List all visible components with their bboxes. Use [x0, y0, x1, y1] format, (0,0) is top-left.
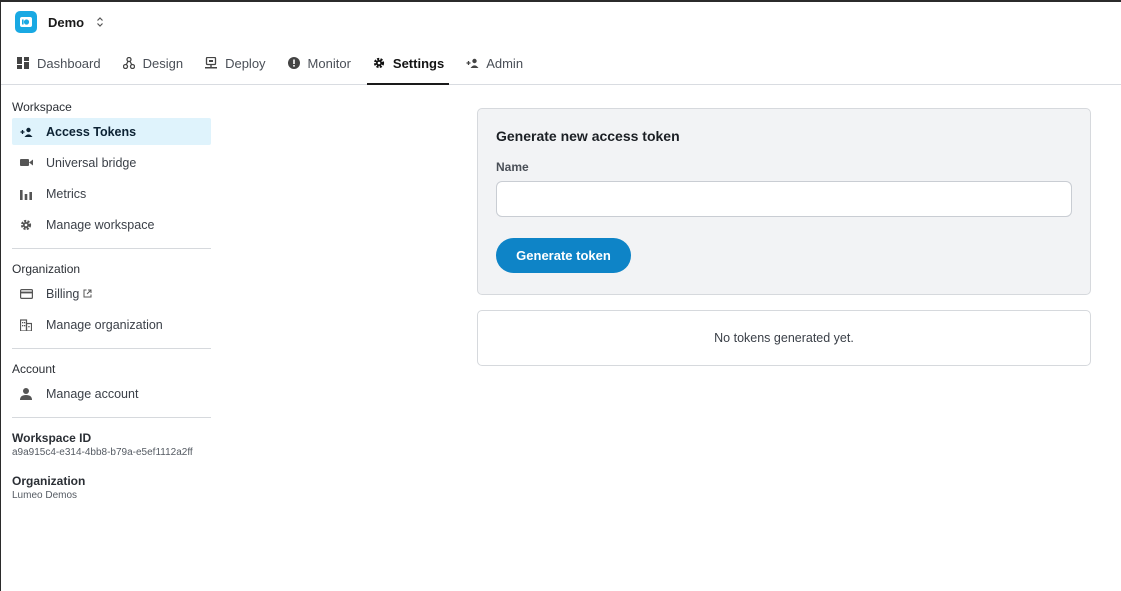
credit-card-icon — [19, 287, 33, 301]
tab-label: Admin — [486, 55, 524, 71]
app-logo-icon[interactable] — [15, 11, 37, 33]
person-icon — [19, 387, 33, 401]
settings-sidebar: Workspace Access Tokens Universal bridge… — [12, 87, 211, 501]
organization-value: Lumeo Demos — [12, 490, 78, 501]
sidebar-item-label: Manage organization — [46, 317, 163, 332]
tab-label: Monitor — [307, 55, 351, 71]
sidebar-item-manage-account[interactable]: Manage account — [12, 380, 211, 407]
generate-token-button[interactable]: Generate token — [496, 238, 631, 273]
sidebar-item-label: Universal bridge — [46, 155, 137, 170]
sidebar-item-label: Manage account — [46, 386, 139, 401]
sidebar-item-metrics[interactable]: Metrics — [12, 180, 211, 207]
sidebar-item-label: Access Tokens — [46, 124, 137, 139]
tab-label: Design — [142, 55, 184, 71]
top-bar: Demo — [1, 2, 1121, 42]
divider — [12, 248, 211, 249]
sidebar-item-manage-organization[interactable]: Manage organization — [12, 311, 211, 338]
access-tokens-icon — [19, 125, 33, 139]
workspace-name: Demo — [48, 14, 85, 30]
info-icon — [287, 56, 301, 70]
tab-admin[interactable]: Admin — [465, 42, 523, 84]
token-name-input[interactable] — [496, 181, 1072, 217]
divider — [12, 417, 211, 418]
admin-icon — [465, 56, 479, 70]
section-title-account: Account — [12, 362, 56, 376]
card-title: Generate new access token — [496, 128, 680, 144]
building-icon — [19, 318, 33, 332]
sidebar-item-access-tokens[interactable]: Access Tokens — [12, 118, 211, 145]
divider — [12, 348, 211, 349]
section-title-workspace: Workspace — [12, 100, 72, 114]
main-nav-tabs: Dashboard Design Deploy Monitor Settings… — [1, 42, 1121, 85]
section-title-organization: Organization — [12, 262, 81, 276]
sidebar-item-label: Billing — [46, 286, 80, 301]
sidebar-item-label: Manage workspace — [46, 217, 155, 232]
name-field-label: Name — [496, 160, 529, 174]
design-icon — [122, 56, 136, 70]
tab-design[interactable]: Design — [122, 42, 183, 84]
tab-monitor[interactable]: Monitor — [287, 42, 351, 84]
tokens-list: No tokens generated yet. — [477, 310, 1091, 366]
video-camera-icon — [19, 156, 33, 170]
bar-chart-icon — [19, 187, 33, 201]
dashboard-icon — [16, 56, 30, 70]
workspace-switcher-icon[interactable] — [96, 16, 104, 28]
sidebar-item-billing[interactable]: Billing — [12, 280, 211, 307]
tab-deploy[interactable]: Deploy — [204, 42, 266, 84]
tab-label: Dashboard — [37, 55, 101, 71]
gear-icon — [372, 56, 386, 70]
tab-label: Settings — [392, 55, 445, 71]
tab-settings[interactable]: Settings — [366, 42, 450, 85]
gear-icon — [19, 218, 33, 232]
empty-state-text: No tokens generated yet. — [714, 331, 854, 345]
workspace-id-value: a9a915c4-e314-4bb8-b79a-e5ef1112a2ff — [12, 447, 193, 458]
tab-dashboard[interactable]: Dashboard — [16, 42, 101, 84]
external-link-icon — [83, 289, 92, 298]
organization-label: Organization — [12, 474, 86, 488]
sidebar-item-label: Metrics — [46, 186, 87, 201]
workspace-id-label: Workspace ID — [12, 431, 92, 445]
generate-token-card: Generate new access token Name Generate … — [477, 108, 1091, 295]
sidebar-item-manage-workspace[interactable]: Manage workspace — [12, 211, 211, 238]
sidebar-item-universal-bridge[interactable]: Universal bridge — [12, 149, 211, 176]
tab-label: Deploy — [225, 55, 266, 71]
deploy-icon — [204, 56, 218, 70]
